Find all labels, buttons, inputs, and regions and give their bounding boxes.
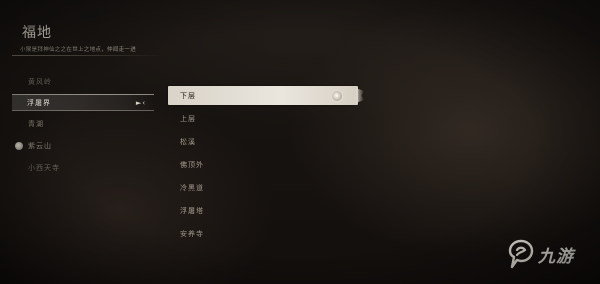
region-item-label: 紫云山 [28,141,52,150]
corner-decoration [550,0,596,6]
orb-icon [15,141,23,150]
header-divider [12,55,162,56]
location-item[interactable]: 安养寺 [168,224,358,243]
location-item-label: 冷黑道 [180,183,204,192]
region-item-label: 青湖 [28,119,44,128]
chevron-right-icon: ►‹ [135,98,146,107]
location-item[interactable]: 松溪 [168,132,358,151]
location-item-label: 下层 [180,91,196,100]
location-list: 下层 上层 松溪 佛顶外 冷黑道 浮屠塔 安养寺 [168,86,358,247]
location-item-label: 佛顶外 [180,160,204,169]
region-item[interactable]: 小西天寺 [14,158,154,177]
location-item[interactable]: 冷黑道 [168,178,358,197]
region-item-label: 浮屠界 [27,98,51,107]
region-item[interactable]: 黄风岭 [14,72,154,91]
watermark-text: 九游 [538,246,574,267]
region-item[interactable]: 青湖 [14,114,154,133]
page-title: 福地 [22,25,52,41]
shrine-marker-icon [332,90,342,101]
location-item-label: 安养寺 [180,229,204,238]
region-item-label: 黄风岭 [28,77,52,86]
location-item-label: 浮屠塔 [180,206,204,215]
location-item-label: 松溪 [180,137,196,146]
ninegame-logo-icon [508,239,534,269]
region-item-selected[interactable]: 浮屠界 ►‹ [12,94,154,111]
location-item[interactable]: 上层 [168,109,358,128]
region-item[interactable]: 紫云山 [14,136,154,155]
location-item[interactable]: 浮屠塔 [168,201,358,220]
region-menu: 黄风岭 浮屠界 ►‹ 青湖 紫云山 小西天寺 [12,72,154,180]
page-subtitle: 小猴是拜神仙之之在世上之地点，仲闻走一进 [20,47,137,53]
region-item-label: 小西天寺 [28,163,60,172]
location-item[interactable]: 佛顶外 [168,155,358,174]
location-item-selected[interactable]: 下层 [168,86,358,105]
game-screen: 福地 小猴是拜神仙之之在世上之地点，仲闻走一进 黄风岭 浮屠界 ►‹ 青湖 紫云… [0,0,600,284]
watermark-logo: 九游 [508,232,598,276]
location-item-label: 上层 [180,114,196,123]
